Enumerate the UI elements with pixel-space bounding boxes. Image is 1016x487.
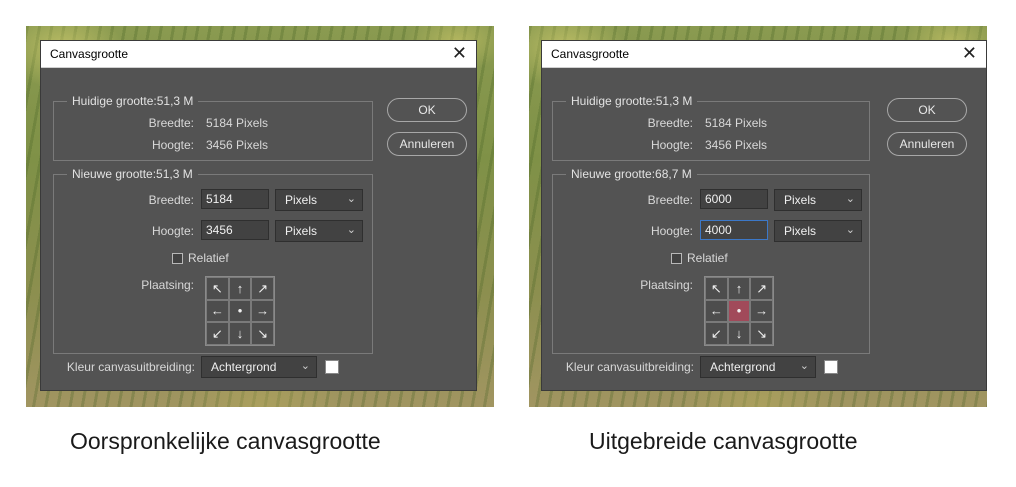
width-unit-value: Pixels — [285, 193, 318, 207]
width-input[interactable]: 6000 — [700, 189, 768, 209]
ok-button[interactable]: OK — [387, 98, 467, 122]
width-input[interactable]: 5184 — [201, 189, 269, 209]
current-height-label: Hoogte: — [151, 138, 194, 152]
anchor-bottom-icon[interactable]: ↓ — [727, 322, 751, 345]
height-unit-select[interactable]: Pixels ⌄ — [774, 220, 862, 242]
width-unit-select[interactable]: Pixels ⌄ — [774, 189, 862, 211]
close-icon[interactable]: ✕ — [452, 43, 467, 63]
extension-color-select[interactable]: Achtergrond ⌄ — [201, 356, 317, 378]
current-width-value: 5184 Pixels — [705, 116, 768, 130]
chevron-down-icon: ⌄ — [300, 360, 310, 372]
anchor-bottom-right-icon[interactable]: ↘ — [251, 322, 274, 345]
current-width-value: 5184 Pixels — [206, 116, 269, 130]
cancel-button[interactable]: Annuleren — [887, 132, 967, 156]
current-size-group: Huidige grootte:51,3 M Breedte: 5184 Pix… — [53, 94, 373, 161]
height-unit-value: Pixels — [285, 224, 318, 238]
ok-button[interactable]: OK — [887, 98, 967, 122]
anchor-bottom-left-icon[interactable]: ↙ — [206, 322, 229, 345]
extension-color-label: Kleur canvasuitbreiding: — [565, 360, 694, 374]
dialog-title: Canvasgrootte — [50, 47, 129, 61]
new-height-label: Hoogte: — [650, 224, 693, 238]
anchor-label: Plaatsing: — [640, 278, 693, 292]
anchor-top-icon[interactable]: ↑ — [727, 277, 751, 300]
left-screenshot-panel: Canvasgrootte ✕ Huidige grootte:51,3 M B… — [26, 26, 494, 407]
current-size-legend: Huidige grootte:51,3 M — [566, 94, 698, 108]
caption-original: Oorspronkelijke canvasgrootte — [70, 428, 381, 454]
canvas-size-dialog-original: Canvasgrootte ✕ Huidige grootte:51,3 M B… — [40, 40, 477, 391]
chevron-down-icon: ⌄ — [346, 224, 356, 236]
extension-color-value: Achtergrond — [710, 360, 776, 374]
anchor-right-icon[interactable]: → — [251, 299, 274, 323]
dialog-titlebar: Canvasgrootte ✕ — [41, 41, 476, 68]
chevron-down-icon: ⌄ — [845, 193, 855, 205]
anchor-top-right-icon[interactable]: ↗ — [750, 277, 773, 300]
anchor-left-icon[interactable]: ← — [206, 299, 229, 323]
current-height-value: 3456 Pixels — [705, 138, 768, 152]
width-unit-select[interactable]: Pixels ⌄ — [275, 189, 363, 211]
height-unit-value: Pixels — [784, 224, 817, 238]
anchor-right-icon[interactable]: → — [750, 299, 773, 323]
new-size-legend: Nieuwe grootte:68,7 M — [566, 167, 697, 181]
cancel-button[interactable]: Annuleren — [387, 132, 467, 156]
anchor-top-left-icon[interactable]: ↖ — [206, 277, 229, 300]
right-screenshot-panel: Canvasgrootte ✕ Huidige grootte:51,3 M B… — [529, 26, 987, 407]
anchor-grid[interactable]: ↖ ↑ ↗ ← • → ↙ ↓ ↘ — [205, 276, 275, 346]
anchor-bottom-right-icon[interactable]: ↘ — [750, 322, 773, 345]
chevron-down-icon: ⌄ — [799, 360, 809, 372]
anchor-grid[interactable]: ↖ ↑ ↗ ← • → ↙ ↓ ↘ — [704, 276, 774, 346]
new-size-group: Nieuwe grootte:51,3 M Breedte: 5184 Pixe… — [53, 167, 373, 354]
anchor-left-icon[interactable]: ← — [705, 299, 728, 323]
anchor-bottom-left-icon[interactable]: ↙ — [705, 322, 728, 345]
anchor-top-icon[interactable]: ↑ — [228, 277, 252, 300]
relative-checkbox[interactable] — [172, 253, 183, 264]
new-size-legend: Nieuwe grootte:51,3 M — [67, 167, 198, 181]
anchor-top-right-icon[interactable]: ↗ — [251, 277, 274, 300]
relative-label: Relatief — [188, 251, 229, 265]
new-size-group: Nieuwe grootte:68,7 M Breedte: 6000 Pixe… — [552, 167, 870, 354]
extension-color-swatch[interactable] — [824, 360, 838, 374]
extension-color-value: Achtergrond — [211, 360, 277, 374]
dialog-title: Canvasgrootte — [551, 47, 630, 61]
chevron-down-icon: ⌄ — [346, 193, 356, 205]
anchor-center-icon[interactable]: • — [727, 299, 751, 323]
chevron-down-icon: ⌄ — [845, 224, 855, 236]
close-icon[interactable]: ✕ — [962, 43, 977, 63]
dialog-titlebar: Canvasgrootte ✕ — [542, 41, 986, 68]
relative-label: Relatief — [687, 251, 728, 265]
height-input[interactable]: 3456 — [201, 220, 269, 240]
width-unit-value: Pixels — [784, 193, 817, 207]
caption-expanded: Uitgebreide canvasgrootte — [589, 428, 858, 454]
height-unit-select[interactable]: Pixels ⌄ — [275, 220, 363, 242]
relative-checkbox[interactable] — [671, 253, 682, 264]
anchor-top-left-icon[interactable]: ↖ — [705, 277, 728, 300]
extension-color-label: Kleur canvasuitbreiding: — [66, 360, 195, 374]
anchor-center-icon[interactable]: • — [228, 299, 252, 323]
anchor-bottom-icon[interactable]: ↓ — [228, 322, 252, 345]
new-width-label: Breedte: — [148, 193, 194, 207]
current-size-group: Huidige grootte:51,3 M Breedte: 5184 Pix… — [552, 94, 870, 161]
current-width-label: Breedte: — [148, 116, 194, 130]
current-height-value: 3456 Pixels — [206, 138, 269, 152]
current-height-label: Hoogte: — [650, 138, 693, 152]
height-input[interactable]: 4000 — [700, 220, 768, 240]
extension-color-swatch[interactable] — [325, 360, 339, 374]
new-width-label: Breedte: — [647, 193, 693, 207]
new-height-label: Hoogte: — [151, 224, 194, 238]
anchor-label: Plaatsing: — [141, 278, 194, 292]
canvas-size-dialog-expanded: Canvasgrootte ✕ Huidige grootte:51,3 M B… — [541, 40, 987, 391]
extension-color-select[interactable]: Achtergrond ⌄ — [700, 356, 816, 378]
current-width-label: Breedte: — [647, 116, 693, 130]
current-size-legend: Huidige grootte:51,3 M — [67, 94, 199, 108]
